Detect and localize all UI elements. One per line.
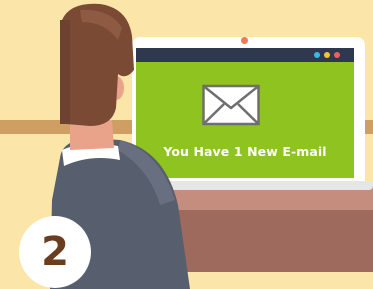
illustration-scene: You Have 1 New E-mail 2 (0, 0, 373, 289)
window-button-red (334, 52, 340, 58)
desk-front (175, 210, 373, 272)
laptop-camera (241, 37, 248, 44)
step-number-badge: 2 (19, 216, 91, 288)
window-button-blue (314, 52, 320, 58)
envelope-icon (202, 84, 260, 126)
window-button-yellow (324, 52, 330, 58)
